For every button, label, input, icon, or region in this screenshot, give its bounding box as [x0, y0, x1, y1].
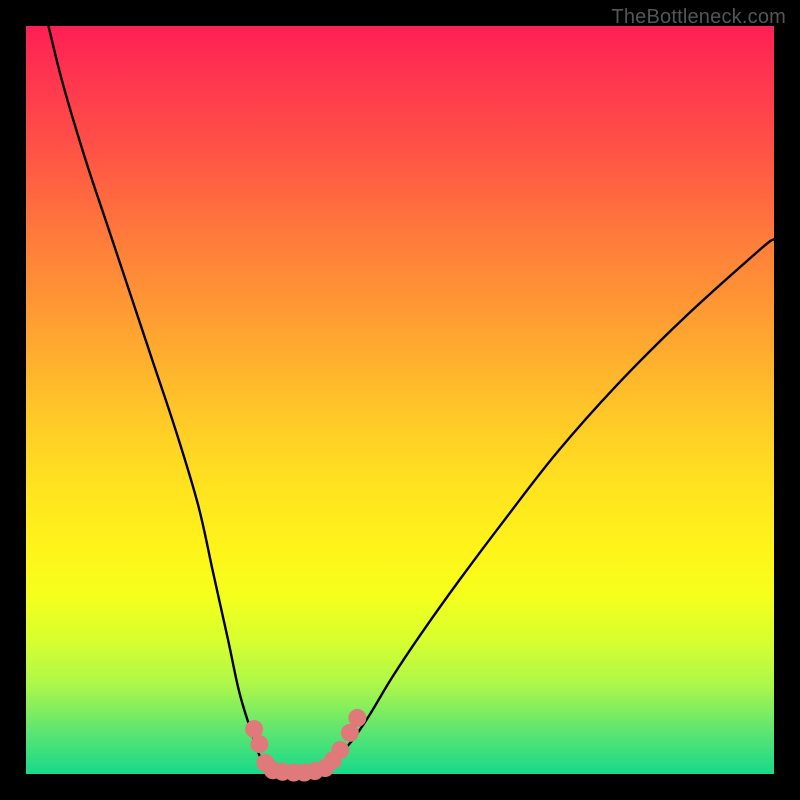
chart-stage: TheBottleneck.com [0, 0, 800, 800]
curve-overlay [26, 26, 774, 774]
marker-point [348, 709, 366, 727]
marker-point [250, 735, 268, 753]
marker-point [331, 741, 349, 759]
plot-area [26, 26, 774, 774]
series-right-branch [325, 239, 774, 774]
curve-group [48, 26, 774, 774]
series-left-branch [48, 26, 272, 774]
